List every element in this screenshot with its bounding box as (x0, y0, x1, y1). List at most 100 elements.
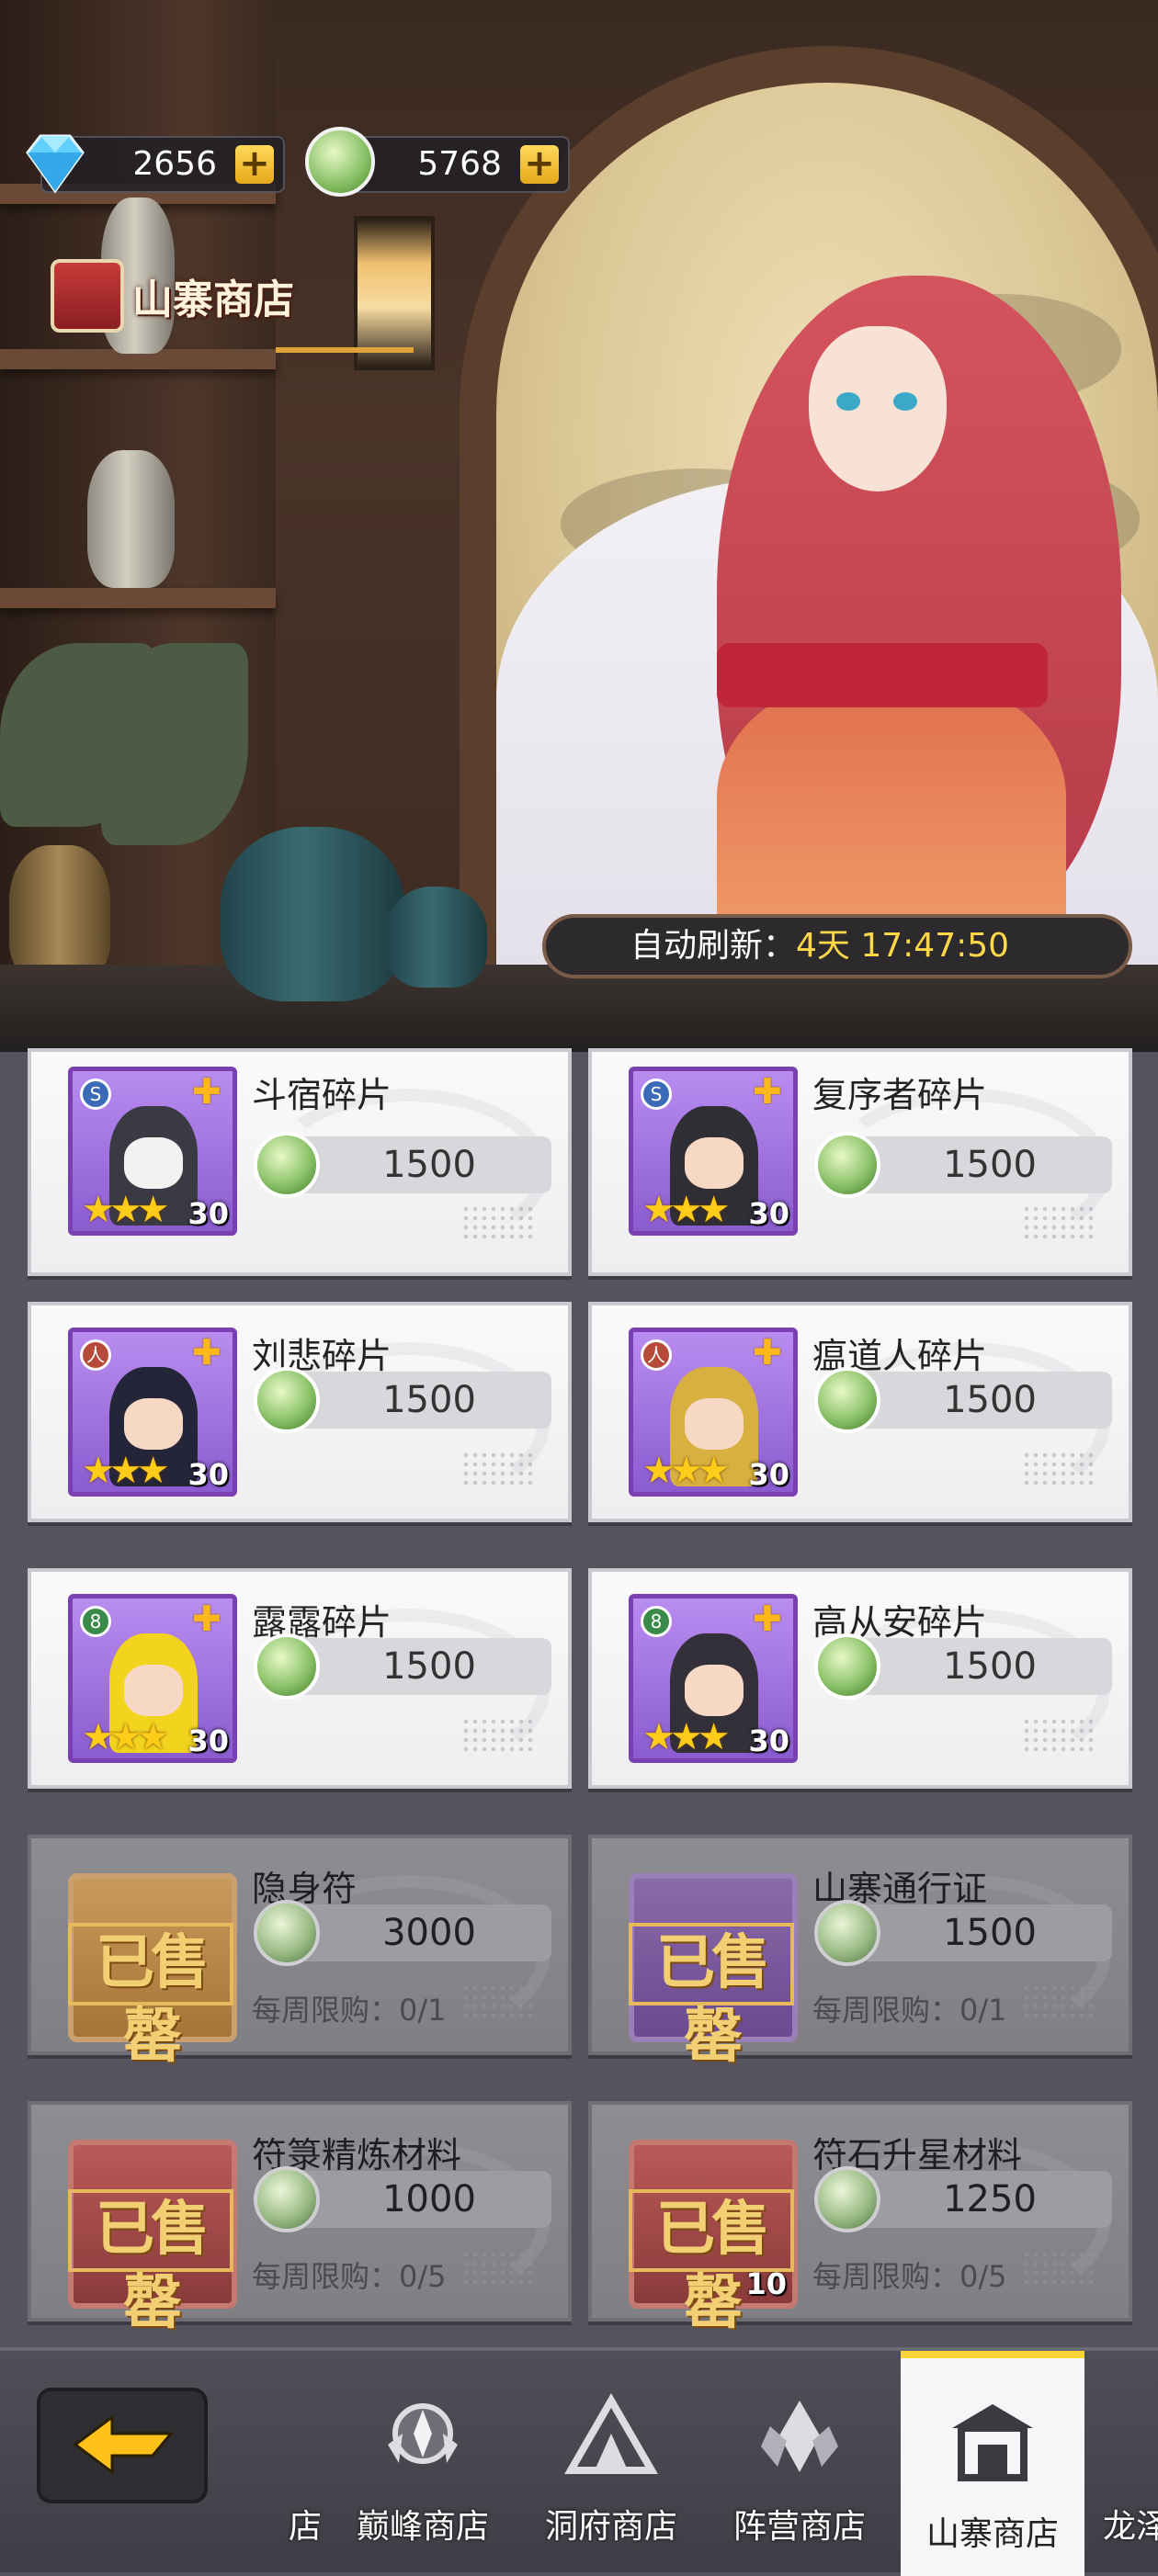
weekly-limit: 每周限购：0/5 (812, 2259, 1007, 2294)
tab-fortress-shop[interactable]: 山寨商店 (901, 2351, 1084, 2576)
element-badge-icon: 8 (80, 1606, 111, 1637)
puzzle-piece-icon: ✚ (192, 1071, 221, 1112)
item-quantity: 30 (187, 1457, 229, 1492)
add-coin-button[interactable]: + (520, 145, 559, 184)
character-face (809, 326, 947, 491)
tab-partial-shop[interactable]: 店 (211, 2351, 322, 2576)
item-quantity: 30 (187, 1723, 229, 1758)
weekly-limit: 每周限购：0/5 (252, 2259, 447, 2294)
frog-coin-icon (254, 1900, 320, 1966)
refresh-text: 自动刷新：4天 17:47:50 (630, 918, 1009, 975)
shop-item-card[interactable]: 8 ✚ ★★★ 30 露露碎片 1500 (28, 1568, 572, 1789)
item-price: 1500 (943, 1912, 1037, 1954)
character-portrait: 8 ✚ ★★★ 30 (629, 1594, 798, 1763)
refresh-countdown: 4天 17:47:50 (796, 927, 1010, 965)
frog-coin-icon (254, 1633, 320, 1700)
character-face (685, 1137, 744, 1189)
shop-item-card[interactable]: 8 ✚ ★★★ 30 高从安碎片 1500 (588, 1568, 1132, 1789)
element-badge-icon: 8 (641, 1606, 672, 1637)
item-name: 斗宿碎片 (252, 1075, 392, 1115)
puzzle-piece-icon: ✚ (753, 1599, 782, 1639)
shop-item-card[interactable]: 人 ✚ ★★★ 30 瘟道人碎片 1500 (588, 1302, 1132, 1522)
shop-item-grid: S ✚ ★★★ 30 斗宿碎片 1500 S ✚ ★★★ 30 复序者碎片 15… (0, 1048, 1158, 2347)
tab-label: 龙泽 (1103, 2508, 1158, 2546)
card-dots (461, 1451, 535, 1487)
shop-item-card[interactable]: S ✚ ★★★ 30 复序者碎片 1500 (588, 1048, 1132, 1276)
shop-item-card-sold-out[interactable]: 已售罄 隐身符 3000 每周限购：0/1 (28, 1835, 572, 2071)
shop-item-card[interactable]: S ✚ ★★★ 30 斗宿碎片 1500 (28, 1048, 572, 1276)
frog-coin-icon (254, 1132, 320, 1198)
card-dots (461, 2250, 535, 2287)
tab-cave-shop[interactable]: 洞府商店 (519, 2351, 703, 2576)
shop-item-card-sold-out[interactable]: 已售罄 符箓精炼材料 1000 每周限购：0/5 (28, 2101, 572, 2337)
refresh-label: 自动刷新： (630, 927, 797, 965)
frog-coin-icon (254, 2166, 320, 2232)
frog-coin-icon (814, 1367, 880, 1433)
character-face (124, 1665, 183, 1716)
card-dots (1022, 1204, 1096, 1241)
weekly-limit: 每周限购：0/1 (812, 1993, 1007, 2028)
item-quantity: 30 (748, 1723, 789, 1758)
puzzle-piece-icon: ✚ (192, 1599, 221, 1639)
bottom-nav: 店 巅峰商店 洞府商店 阵营商店 山寨商店 龙泽 (0, 2347, 1158, 2576)
fortress-shop-icon (952, 2404, 1033, 2481)
item-name: 复序者碎片 (812, 1075, 988, 1115)
star-rating: ★★★ (642, 1716, 731, 1758)
item-price: 1500 (943, 1645, 1037, 1688)
frog-coin-icon (814, 1132, 880, 1198)
eye (893, 392, 917, 411)
plant-leaf (101, 643, 248, 845)
tab-faction-shop[interactable]: 阵营商店 (708, 2351, 891, 2576)
tab-label: 洞府商店 (544, 2508, 677, 2546)
shelf-board (0, 588, 276, 608)
auto-refresh-timer: 自动刷新：4天 17:47:50 (542, 914, 1132, 978)
item-price: 1500 (382, 1144, 476, 1186)
back-arrow-icon (73, 2414, 175, 2475)
card-dots (1022, 1983, 1096, 2020)
weekly-limit: 每周限购：0/1 (252, 1993, 447, 2028)
vase (9, 845, 110, 983)
character-face (124, 1398, 183, 1450)
tab-dragon-shop[interactable]: 龙泽 (1094, 2351, 1158, 2576)
cave-shop-icon (564, 2393, 658, 2474)
character-portrait: 人 ✚ ★★★ 30 (629, 1328, 798, 1497)
puzzle-piece-icon: ✚ (753, 1332, 782, 1373)
character-face (685, 1665, 744, 1716)
item-price: 3000 (382, 1912, 476, 1954)
item-quantity: 30 (187, 1196, 229, 1231)
star-rating: ★★★ (642, 1450, 731, 1492)
tab-label: 店 (288, 2508, 322, 2546)
element-badge-icon: S (80, 1079, 111, 1110)
character-face (685, 1398, 744, 1450)
back-button[interactable] (37, 2388, 208, 2503)
shop-item-card-sold-out[interactable]: 10 已售罄 符石升星材料 1250 每周限购：0/5 (588, 2101, 1132, 2337)
star-rating: ★★★ (82, 1716, 170, 1758)
frog-coin-icon (814, 2166, 880, 2232)
card-dots (1022, 1717, 1096, 1754)
card-dots (1022, 2250, 1096, 2287)
shop-item-card[interactable]: 人 ✚ ★★★ 30 刘悲碎片 1500 (28, 1302, 572, 1522)
star-rating: ★★★ (642, 1189, 731, 1231)
star-rating: ★★★ (82, 1189, 170, 1231)
shop-item-card-sold-out[interactable]: 已售罄 山寨通行证 1500 每周限购：0/1 (588, 1835, 1132, 2071)
jar (221, 827, 404, 1001)
sold-out-stamp: 已售罄 (68, 2189, 233, 2337)
tab-label: 阵营商店 (732, 2508, 866, 2546)
card-dots (461, 1983, 535, 2020)
card-dots (461, 1204, 535, 1241)
character-portrait: 8 ✚ ★★★ 30 (68, 1594, 237, 1763)
character-portrait: S ✚ ★★★ 30 (629, 1067, 798, 1236)
sold-out-stamp: 已售罄 (68, 1923, 233, 2071)
add-diamond-button[interactable]: + (235, 145, 274, 184)
sold-out-stamp: 已售罄 (629, 1923, 794, 2071)
coin-amount: 5768 (417, 145, 502, 183)
title-underline (276, 347, 414, 353)
frog-coin-icon (814, 1633, 880, 1700)
item-price: 1000 (382, 2178, 476, 2220)
item-price: 1500 (382, 1645, 476, 1688)
puzzle-piece-icon: ✚ (753, 1071, 782, 1112)
diamond-icon (26, 134, 85, 194)
card-dots (1022, 1451, 1096, 1487)
tab-peak-shop[interactable]: 巅峰商店 (331, 2351, 515, 2576)
item-price: 1500 (943, 1379, 1037, 1421)
